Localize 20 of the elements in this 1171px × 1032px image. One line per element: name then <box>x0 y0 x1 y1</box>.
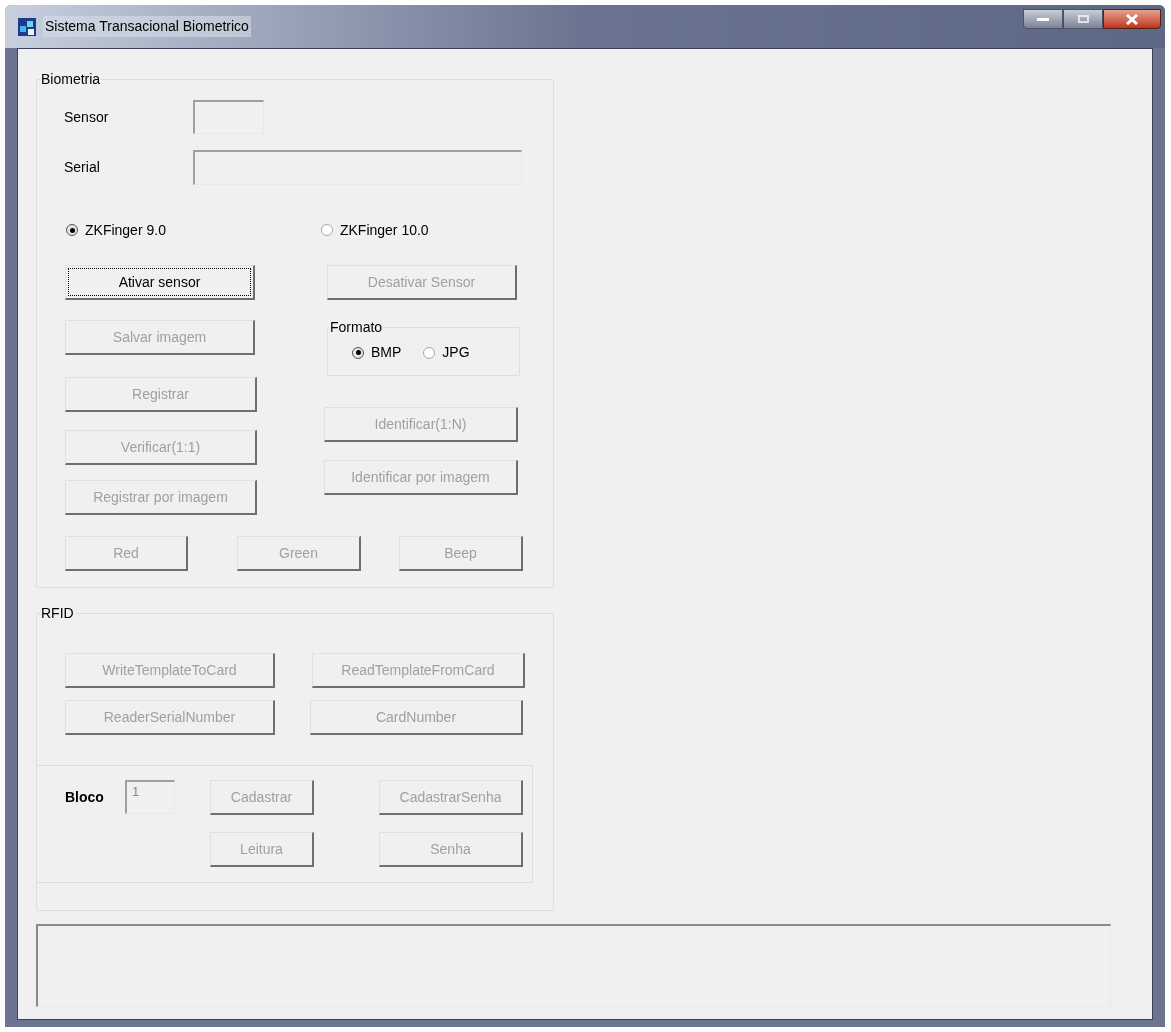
serial-label: Serial <box>63 158 101 177</box>
group-title: RFID <box>40 604 75 623</box>
group-title: Biometria <box>40 70 102 89</box>
action-button[interactable]: Ativar sensor <box>65 265 255 300</box>
sensor-field[interactable] <box>193 100 264 134</box>
serial-field[interactable] <box>193 150 522 185</box>
window-title: Sistema Transacional Biometrico <box>43 16 251 37</box>
log-box[interactable] <box>36 924 1111 1007</box>
minimize-button[interactable] <box>1023 9 1063 29</box>
close-icon <box>1126 13 1138 25</box>
radio-button[interactable]: JPG <box>423 342 470 363</box>
bloco-label: Bloco <box>64 787 105 807</box>
group-title: Formato <box>329 318 384 337</box>
app-icon <box>17 16 37 37</box>
sensor-label: Sensor <box>63 107 110 127</box>
radio-button[interactable]: BMP <box>352 342 402 363</box>
radio-button[interactable]: ZKFinger 10.0 <box>320 219 429 241</box>
close-button[interactable] <box>1103 9 1161 29</box>
radio-button[interactable]: ZKFinger 9.0 <box>66 219 166 241</box>
maximize-button[interactable] <box>1063 9 1103 29</box>
